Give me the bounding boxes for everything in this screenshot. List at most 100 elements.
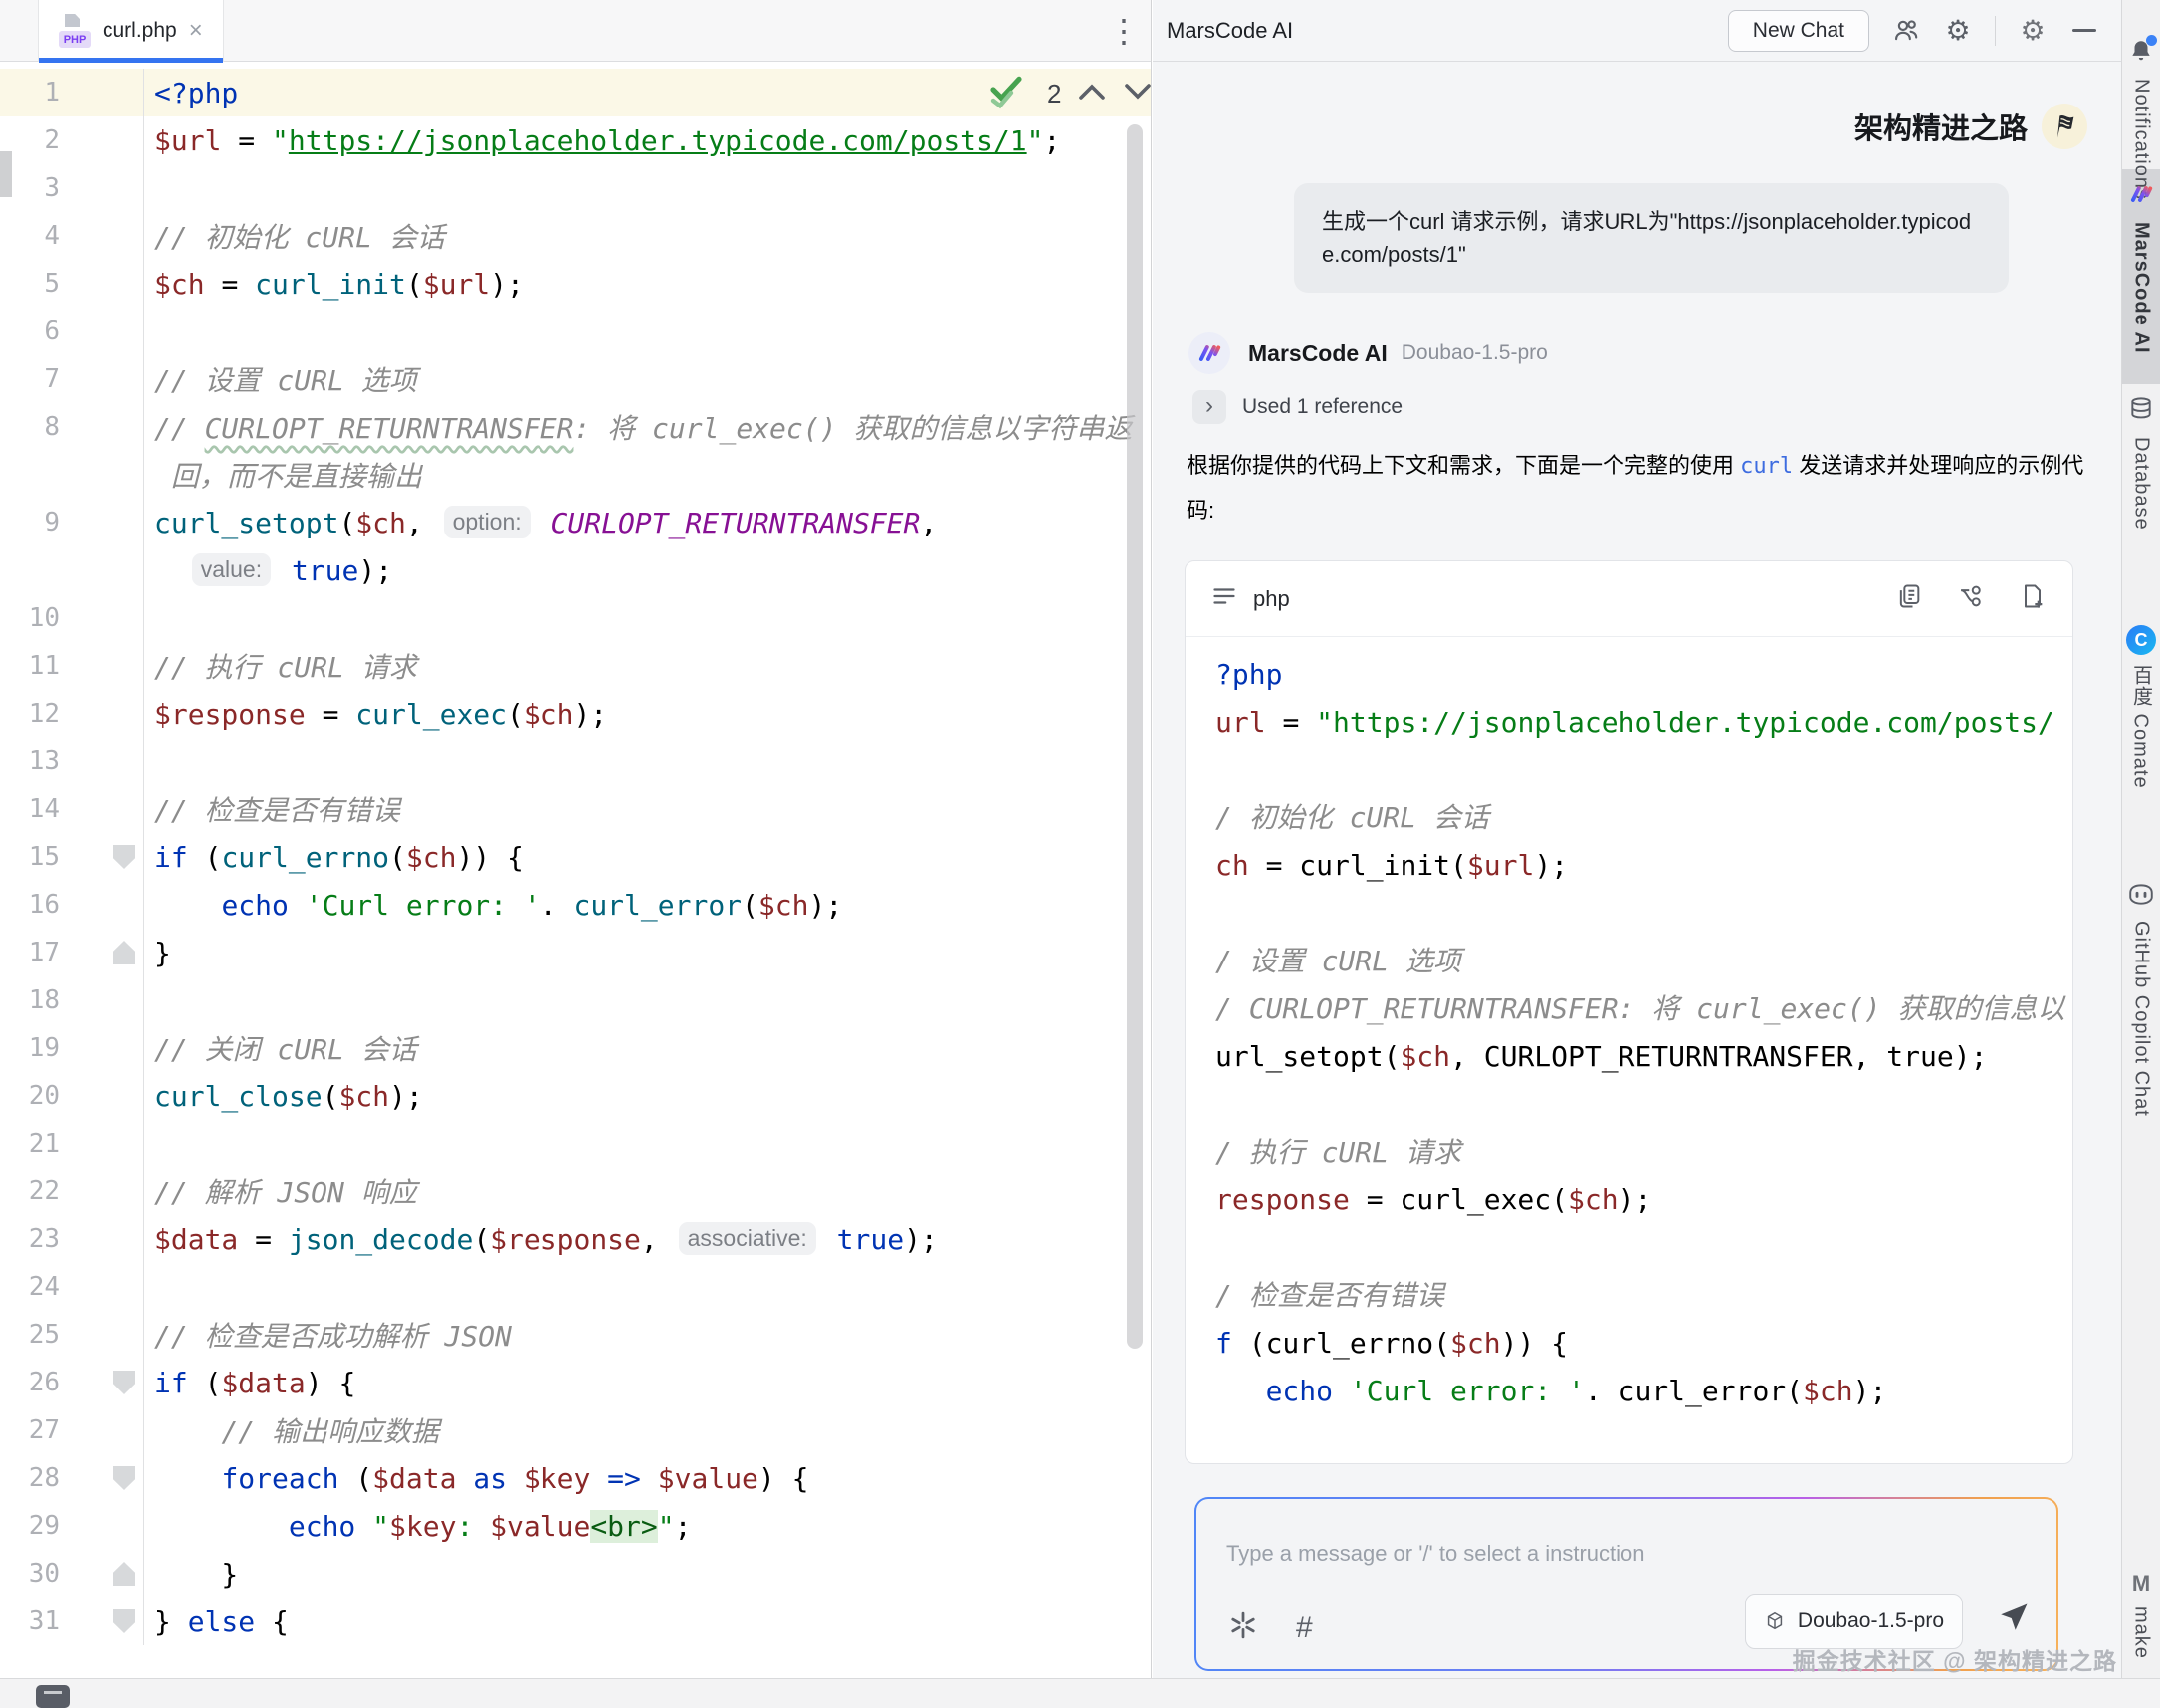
gutter-cell: 20 [0,1072,144,1120]
editor-line[interactable]: 26if ($data) { [0,1359,1152,1406]
sidebar-item-github-copilot[interactable]: GitHub Copilot Chat [2122,882,2160,1117]
editor-line[interactable]: 10 [0,594,1152,642]
editor-lines: 1<?php2$url = "https://jsonplaceholder.t… [0,69,1152,1645]
editor-line[interactable]: value: true); [0,546,1152,594]
editor-line[interactable]: 8// CURLOPT_RETURNTRANSFER: 将 curl_exec(… [0,403,1152,451]
new-file-code-icon[interactable] [2019,582,2047,615]
inspection-widget[interactable]: 2 [987,74,1152,113]
chat-code-line: f (curl_errno($ch)) { [1215,1320,2072,1368]
prev-issue-icon[interactable] [1077,82,1107,107]
editor-line[interactable]: 25// 检查是否成功解析 JSON [0,1311,1152,1359]
editor-line[interactable]: 27 // 输出响应数据 [0,1406,1152,1454]
code-text: curl_setopt($ch, option: CURLOPT_RETURNT… [144,506,937,539]
fold-marker-icon[interactable] [113,845,135,869]
bell-icon [2128,38,2154,69]
status-bar-icon[interactable] [36,1685,70,1708]
wrap-lines-icon[interactable] [1211,585,1237,612]
insert-code-icon[interactable] [1957,582,1985,615]
editor-line[interactable]: 18 [0,976,1152,1024]
chat-code-line: / CURLOPT_RETURNTRANSFER: 将 curl_exec() … [1215,985,2072,1033]
gutter-cell [0,546,144,594]
user-message-bubble: 生成一个curl 请求示例，请求URL为"https://jsonplaceho… [1294,183,2009,293]
chat-code-line [1215,747,2072,794]
sidebar-item-database[interactable]: Database [2122,396,2160,531]
gutter-cell: 10 [0,594,144,642]
chat-code-line: ch = curl_init($url); [1215,842,2072,890]
assistant-header: MarsCode AI Doubao-1.5-pro [1188,332,1548,374]
editor-line[interactable]: 24 [0,1263,1152,1311]
editor-line[interactable]: 1<?php [0,69,1152,116]
copy-code-icon[interactable] [1895,582,1923,615]
sidebar-item-notifications[interactable]: Notifications [2122,38,2160,200]
editor-line[interactable]: 22// 解析 JSON 响应 [0,1168,1152,1215]
gutter-cell: 28 [0,1454,144,1502]
editor-line[interactable]: 4// 初始化 cURL 会话 [0,212,1152,260]
gutter-cell: 25 [0,1311,144,1359]
editor-line[interactable]: 9curl_setopt($ch, option: CURLOPT_RETURN… [0,499,1152,546]
code-text: echo 'Curl error: '. curl_error($ch); [144,889,842,922]
code-text: // 输出响应数据 [144,1410,439,1450]
fold-marker-icon[interactable] [113,1371,135,1394]
gutter-cell: 18 [0,976,144,1024]
line-number: 15 [29,842,60,872]
profile-icon[interactable] [1891,16,1921,46]
sidebar-item-marscode-ai[interactable]: MarsCode AI [2122,181,2160,354]
editor-line[interactable]: 30 } [0,1550,1152,1598]
editor-line[interactable]: 13 [0,738,1152,785]
code-text: // CURLOPT_RETURNTRANSFER: 将 curl_exec()… [144,407,1132,447]
editor-line[interactable]: 16 echo 'Curl error: '. curl_error($ch); [0,881,1152,929]
send-icon[interactable] [1997,1601,2031,1639]
editor-line[interactable]: 12$response = curl_exec($ch); [0,690,1152,738]
line-number: 14 [29,794,60,824]
sidebar-item-make[interactable]: M make [2122,1571,2160,1659]
next-issue-icon[interactable] [1123,82,1152,107]
gutter-cell: 15 [0,833,144,881]
gutter-cell: 30 [0,1550,144,1598]
reference-row[interactable]: › Used 1 reference [1192,390,1403,424]
editor-line[interactable]: 2$url = "https://jsonplaceholder.typicod… [0,116,1152,164]
model-selector-chip[interactable]: Doubao-1.5-pro [1745,1594,1963,1649]
commands-icon[interactable] [1228,1610,1258,1645]
editor-scrollbar[interactable] [1127,124,1143,1349]
editor-line[interactable]: 31} else { [0,1598,1152,1645]
editor-line[interactable]: 14// 检查是否有错误 [0,785,1152,833]
fold-marker-icon[interactable] [113,1609,135,1633]
gutter-cell: 29 [0,1502,144,1550]
editor-line[interactable]: 11// 执行 cURL 请求 [0,642,1152,690]
chevron-right-icon[interactable]: › [1192,390,1226,424]
context-hash-icon[interactable]: # [1296,1611,1313,1645]
minimize-icon[interactable] [2069,16,2099,46]
line-number: 3 [44,173,60,203]
code-text: // 设置 cURL 选项 [144,359,417,399]
tab-close-icon[interactable]: × [189,19,203,43]
ide-settings-icon[interactable]: ⚙ [2018,16,2048,46]
editor-options-kebab-icon[interactable]: ⋮ [1107,10,1141,52]
code-text: $data = json_decode($response, associati… [144,1222,938,1256]
editor-line[interactable]: 6 [0,308,1152,355]
editor-line[interactable]: 23$data = json_decode($response, associa… [0,1215,1152,1263]
editor-line[interactable]: 21 [0,1120,1152,1168]
code-block-header: php [1186,561,2072,637]
fold-marker-icon[interactable] [113,1466,135,1490]
fold-marker-icon[interactable] [113,1562,135,1586]
fold-marker-icon[interactable] [113,941,135,964]
editor-line[interactable]: 17} [0,929,1152,976]
editor-line[interactable]: 3 [0,164,1152,212]
chat-code-line: ?php [1215,651,2072,699]
sidebar-item-comate[interactable]: C 百度 Comate [2122,625,2160,789]
panel-settings-icon[interactable]: ⚙ [1943,16,1973,46]
editor-line[interactable]: 7// 设置 cURL 选项 [0,355,1152,403]
new-chat-button[interactable]: New Chat [1728,10,1869,52]
line-number: 30 [29,1559,60,1589]
editor-line[interactable]: 15if (curl_errno($ch)) { [0,833,1152,881]
line-number: 10 [29,603,60,633]
marscode-avatar-icon [1188,332,1230,374]
editor-line[interactable]: 20curl_close($ch); [0,1072,1152,1120]
editor-line[interactable]: 19// 关闭 cURL 会话 [0,1024,1152,1072]
editor-line[interactable]: 5$ch = curl_init($url); [0,260,1152,308]
editor-line[interactable]: 28 foreach ($data as $key => $value) { [0,1454,1152,1502]
gutter-cell: 26 [0,1359,144,1406]
editor-line[interactable]: 回，而不是直接输出 [0,451,1152,499]
editor-line[interactable]: 29 echo "$key: $value<br>"; [0,1502,1152,1550]
tab-curl-php[interactable]: PHP curl.php × [38,0,224,62]
